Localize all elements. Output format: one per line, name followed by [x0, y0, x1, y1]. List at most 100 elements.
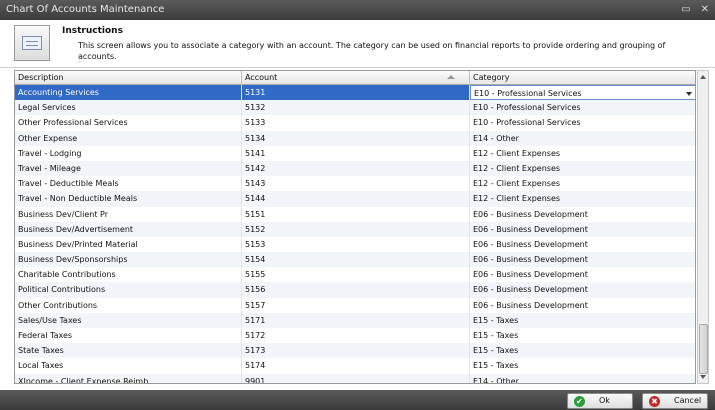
cell-category-text: E10 - Professional Services — [474, 89, 582, 98]
cell-description: Business Dev/Printed Material — [15, 236, 242, 253]
table-row[interactable]: Accounting Services 5131 E10 - Professiona… — [15, 85, 695, 101]
accounts-grid: Description Account Category Accounting … — [14, 70, 696, 384]
cell-account: 9901 — [242, 373, 470, 383]
cell-description: Travel - Mileage — [15, 160, 242, 177]
minimize-icon[interactable]: ▭ — [681, 0, 690, 20]
category-dropdown[interactable]: E10 - Professional Services — [470, 85, 695, 101]
instructions-panel: Instructions This screen allows you to a… — [0, 20, 715, 68]
table-row[interactable]: Other Expense 5134 E14 - Other — [15, 130, 695, 146]
cell-account: 5142 — [242, 160, 470, 177]
scroll-up-icon[interactable] — [700, 75, 706, 79]
cell-account: 5173 — [242, 343, 470, 359]
cell-category: E06 - Business Development — [470, 222, 695, 237]
cell-description: XIncome - Client Expense Reimb — [15, 373, 242, 383]
vertical-scrollbar[interactable] — [697, 70, 709, 384]
cell-category: E06 - Business Development — [470, 282, 695, 297]
cell-account: 5151 — [242, 206, 470, 222]
cell-category: E14 - Other — [470, 131, 695, 146]
cell-description: Other Professional Services — [15, 115, 242, 131]
close-icon[interactable]: ✕ — [701, 0, 709, 20]
table-row[interactable]: Political Contributions 5156 E06 - Busines… — [15, 282, 695, 298]
cell-account: 5153 — [242, 236, 470, 253]
cell-category-text: E06 - Business Development — [473, 285, 588, 295]
window-titlebar: Chart Of Accounts Maintenance ▭ ✕ — [0, 0, 715, 20]
table-row[interactable]: Business Dev/Printed Material 5153 E06 - B… — [15, 236, 695, 253]
window-title: Chart Of Accounts Maintenance — [6, 4, 165, 15]
chevron-down-icon[interactable] — [686, 92, 692, 96]
table-row[interactable]: Travel - Lodging 5141 E12 - Client Expense… — [15, 145, 695, 161]
cell-description: Political Contributions — [15, 282, 242, 298]
column-header-description[interactable]: Description — [15, 71, 242, 85]
table-row[interactable]: Travel - Deductible Meals 5143 E12 - Clien… — [15, 176, 695, 192]
cancel-button[interactable]: ✖ Cancel — [642, 393, 708, 409]
table-row[interactable]: Local Taxes 5174 E15 - Taxes — [15, 358, 695, 374]
column-header-category[interactable]: Category — [470, 71, 695, 85]
table-row[interactable]: Charitable Contributions 5155 E06 - Busine… — [15, 267, 695, 283]
cell-account: 5172 — [242, 328, 470, 344]
cell-account: 5144 — [242, 191, 470, 207]
cell-category: E12 - Client Expenses — [470, 176, 695, 191]
cell-category: E12 - Client Expenses — [470, 161, 695, 176]
instructions-title: Instructions — [62, 26, 123, 36]
cell-description: Travel - Non Deductible Meals — [15, 191, 242, 207]
cell-category: E12 - Client Expenses — [470, 191, 695, 206]
table-row[interactable]: Other Professional Services 5133 E10 - Pro… — [15, 115, 695, 131]
cell-description: Legal Services — [15, 100, 242, 116]
cell-category-text: E06 - Business Development — [473, 239, 588, 249]
cell-category: E15 - Taxes — [470, 343, 695, 358]
table-row[interactable]: Business Dev/Advertisement 5152 E06 - Busi… — [15, 221, 695, 237]
cell-category: E15 - Taxes — [470, 313, 695, 328]
column-header-account-label: Account — [245, 73, 278, 82]
cell-description: Accounting Services — [15, 85, 242, 101]
cell-description: Business Dev/Client Pr — [15, 206, 242, 222]
cell-category-text: E06 - Business Development — [473, 300, 588, 310]
scroll-thumb[interactable] — [699, 324, 708, 374]
table-row[interactable]: Federal Taxes 5172 E15 - Taxes — [15, 328, 695, 344]
column-header-account[interactable]: Account — [242, 71, 470, 85]
cell-category: E06 - Business Development — [470, 252, 695, 267]
cell-description: Other Expense — [15, 130, 242, 146]
table-row[interactable]: Sales/Use Taxes 5171 E15 - Taxes — [15, 312, 695, 328]
cell-category: E12 - Client Expenses — [470, 146, 695, 161]
cell-category-text: E06 - Business Development — [473, 270, 588, 280]
table-row[interactable]: Business Dev/Sponsorships 5154 E06 - Busin… — [15, 252, 695, 268]
cell-category: E06 - Business Development — [470, 267, 695, 282]
cell-category-text: E10 - Professional Services — [473, 103, 581, 113]
table-row[interactable]: XIncome - Client Expense Reimb 9901 E14 - … — [15, 373, 695, 383]
table-row[interactable]: Legal Services 5132 E10 - Professional Ser… — [15, 100, 695, 116]
cell-category-text: E06 - Business Development — [473, 224, 588, 234]
cell-description: Other Contributions — [15, 297, 242, 313]
table-row[interactable]: Other Contributions 5157 E06 - Business De… — [15, 297, 695, 313]
cell-description: Business Dev/Advertisement — [15, 221, 242, 237]
scroll-down-icon[interactable] — [700, 375, 706, 379]
cell-account: 5143 — [242, 176, 470, 192]
grid-header: Description Account Category — [15, 71, 695, 85]
cell-description: Charitable Contributions — [15, 267, 242, 283]
table-row[interactable]: Travel - Non Deductible Meals 5144 E12 - C… — [15, 191, 695, 207]
cell-category: E15 - Taxes — [470, 358, 695, 373]
cell-account: 5155 — [242, 267, 470, 283]
cell-account: 5132 — [242, 100, 470, 116]
footer-bar: ✔ Ok ✖ Cancel — [0, 390, 715, 410]
table-row[interactable]: Travel - Mileage 5142 E12 - Client Expense… — [15, 160, 695, 177]
cell-category: E14 - Other — [470, 374, 695, 383]
cell-account: 5133 — [242, 115, 470, 131]
cell-account: 5134 — [242, 130, 470, 146]
cell-account: 5141 — [242, 145, 470, 161]
cell-category-text: E12 - Client Expenses — [473, 148, 561, 158]
window-controls: ▭ ✕ — [681, 0, 709, 20]
cell-description: Federal Taxes — [15, 328, 242, 344]
sort-ascending-icon — [447, 75, 455, 79]
table-row[interactable]: State Taxes 5173 E15 - Taxes — [15, 343, 695, 359]
table-row[interactable]: Business Dev/Client Pr 5151 E06 - Business… — [15, 206, 695, 222]
cell-category-text: E06 - Business Development — [473, 255, 588, 265]
cell-description: Sales/Use Taxes — [15, 312, 242, 328]
cell-category: E10 - Professional Services — [470, 115, 695, 130]
cell-description: Business Dev/Sponsorships — [15, 252, 242, 268]
cell-category-text: E15 - Taxes — [473, 315, 519, 325]
cell-category-text: E06 - Business Development — [473, 209, 588, 219]
cell-category: E06 - Business Development — [470, 207, 695, 222]
ok-button[interactable]: ✔ Ok — [567, 393, 633, 409]
cell-category: E06 - Business Development — [470, 237, 695, 252]
cell-account: 5131 — [242, 85, 470, 101]
